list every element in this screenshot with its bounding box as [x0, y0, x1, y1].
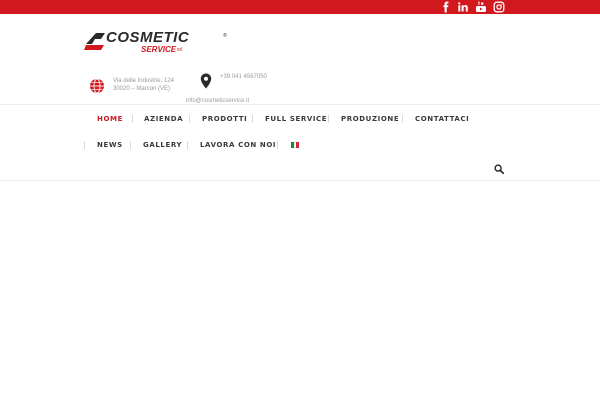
nav-separator	[132, 115, 133, 123]
nav-separator	[189, 115, 190, 123]
address-line-2: 30020 – Marcon (VE)	[113, 86, 171, 92]
nav-full-service[interactable]: FULL SERVICE	[265, 114, 327, 124]
nav-produzione[interactable]: PRODUZIONE	[341, 114, 399, 124]
header-divider	[0, 104, 600, 105]
logo-srl-text: srl	[177, 47, 183, 53]
globe-icon	[90, 78, 104, 94]
nav-news[interactable]: NEWS	[97, 140, 123, 150]
nav-separator	[328, 115, 329, 123]
nav-home[interactable]: HOME	[97, 114, 123, 124]
company-logo[interactable]: COSMETIC ® SERVICE srl	[84, 29, 234, 55]
nav-prodotti[interactable]: PRODOTTI	[202, 114, 247, 124]
phone-number[interactable]: +39 041 4567050	[220, 73, 267, 81]
location-pin-icon	[200, 73, 212, 89]
nav-separator	[84, 141, 85, 149]
search-icon[interactable]	[494, 164, 504, 174]
top-bar	[0, 0, 600, 14]
logo-registered-mark: ®	[223, 33, 227, 39]
linkedin-icon[interactable]	[457, 1, 469, 13]
nav-separator	[187, 141, 188, 149]
address-line-1: Via delle Industrie, 124	[113, 78, 174, 84]
nav-separator	[277, 141, 278, 149]
logo-service-text: SERVICE	[141, 45, 177, 54]
nav-azienda[interactable]: AZIENDA	[144, 114, 183, 124]
italian-flag-icon[interactable]	[291, 142, 300, 148]
youtube-icon[interactable]	[475, 1, 487, 13]
nav-separator	[252, 115, 253, 123]
nav-bottom-divider	[0, 180, 600, 181]
nav-separator	[130, 141, 131, 149]
nav-separator	[402, 115, 403, 123]
logo-text: COSMETIC	[106, 29, 190, 46]
nav-gallery[interactable]: GALLERY	[143, 140, 182, 150]
nav-lavora-con-noi[interactable]: LAVORA CON NOI	[200, 140, 276, 150]
logo-mark-icon	[84, 33, 105, 50]
nav-contattaci[interactable]: CONTATTACI	[415, 114, 469, 124]
facebook-icon[interactable]	[440, 1, 452, 13]
instagram-icon[interactable]	[493, 1, 505, 13]
